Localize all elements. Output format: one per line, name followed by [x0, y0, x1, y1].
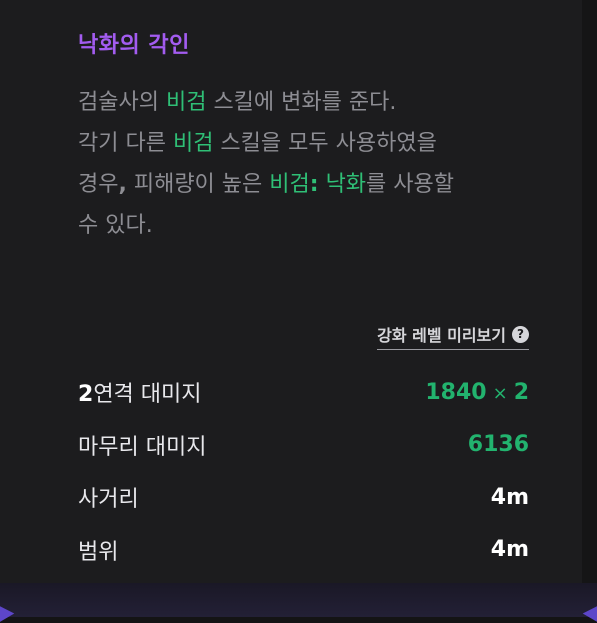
skill-description: 검술사의 비검 스킬에 변화를 준다. 각기 다른 비검 스킬을 모두 사용하였…: [78, 82, 528, 246]
stat-label: 사거리: [78, 487, 139, 513]
stat-value: 4m: [490, 537, 529, 563]
stat-row-range: 사거리 4m: [78, 471, 529, 524]
stat-value: 4m: [490, 484, 529, 510]
bottom-decoration-strip: [0, 583, 597, 623]
stat-label: 2연격 대미지: [78, 376, 202, 408]
stat-value: 1840 × 2: [425, 380, 529, 405]
stat-value-main: 1840: [425, 379, 487, 405]
desc-text: 수 있다.: [78, 213, 153, 238]
desc-text: 스킬에 변화를 준다.: [206, 90, 397, 115]
stat-row-area: 범위 4m: [78, 524, 529, 577]
stat-label-text: 연격 대미지: [93, 382, 202, 408]
preview-link-label: 강화 레벨 미리보기: [377, 326, 506, 345]
desc-text: 각기 다른: [78, 131, 173, 156]
desc-text: 를 사용할: [366, 172, 455, 197]
stat-label: 마무리 대미지: [78, 434, 207, 460]
skill-stats: 2연격 대미지 1840 × 2 마무리 대미지 6136 사거리 4m 범위 4m: [78, 366, 529, 576]
desc-text: 스킬을 모두 사용하였을: [213, 131, 437, 156]
stat-label-number: 2: [78, 382, 94, 408]
desc-highlight: 비검: [165, 90, 207, 115]
question-icon[interactable]: ?: [512, 325, 529, 343]
desc-highlight: 비검: [172, 131, 214, 156]
skill-title: 낙화의 각인: [78, 33, 190, 58]
panel-right-edge: [582, 0, 597, 583]
enhance-level-preview-link[interactable]: 강화 레벨 미리보기 ?: [377, 322, 529, 350]
desc-text: 검술사의: [78, 90, 166, 115]
stat-row-combo-damage: 2연격 대미지 1840 × 2: [78, 366, 529, 419]
desc-comma: ,: [118, 172, 127, 197]
stat-value: 6136: [467, 432, 529, 458]
desc-space: [319, 172, 326, 197]
stat-row-finish-damage: 마무리 대미지 6136: [78, 419, 529, 472]
desc-highlight: 비검: [269, 172, 310, 197]
left-ornament-icon: [0, 601, 15, 623]
desc-text: 경우: [78, 172, 119, 197]
desc-text: 피해량이 높은: [126, 172, 270, 197]
stat-value-mult: 2: [513, 379, 529, 405]
desc-colon: :: [309, 172, 319, 197]
stat-label: 범위: [78, 539, 119, 565]
right-ornament-icon: [582, 601, 597, 623]
times-symbol: ×: [492, 382, 508, 404]
desc-highlight: 낙화: [325, 172, 367, 197]
